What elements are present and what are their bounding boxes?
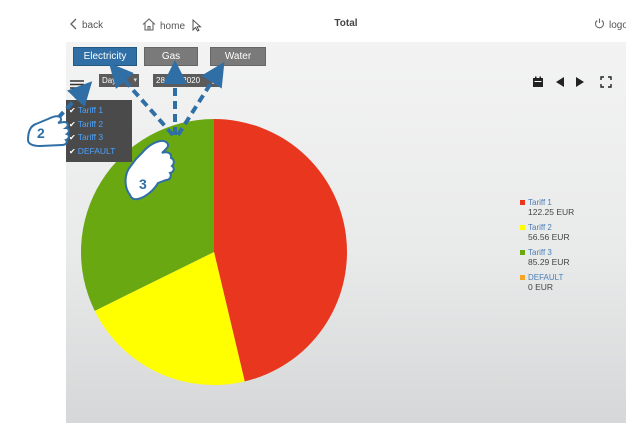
legend-entry-tariff-2: Tariff 2 56.56 EUR <box>520 223 574 242</box>
legend-swatch <box>520 200 525 205</box>
chart-legend: Tariff 1 122.25 EUR Tariff 2 56.56 EUR T… <box>520 198 574 298</box>
tariff-menu-item-default[interactable]: ✔ DEFAULT <box>66 145 132 159</box>
legend-swatch <box>520 225 525 230</box>
checkmark-icon: ✔ <box>69 106 76 115</box>
legend-label: Tariff 1 <box>528 198 552 207</box>
legend-label: Tariff 3 <box>528 248 552 257</box>
legend-swatch <box>520 250 525 255</box>
legend-value: 56.56 EUR <box>528 232 570 242</box>
legend-value: 0 EUR <box>528 282 554 292</box>
tariff-menu-label: Tariff 2 <box>77 118 104 129</box>
legend-entry-default: DEFAULT 0 EUR <box>520 273 574 292</box>
tariff-menu-item-3[interactable]: ✔ Tariff 3 <box>66 131 132 145</box>
app-window: back home Total logo Electricity Gas Wat… <box>0 0 626 423</box>
legend-label: DEFAULT <box>528 273 564 282</box>
tariff-menu-item-1[interactable]: ✔ Tariff 1 <box>66 104 132 118</box>
checkmark-icon: ✔ <box>69 133 76 142</box>
tariff-menu-label: Tariff 1 <box>77 105 104 115</box>
checkmark-icon: ✔ <box>69 119 76 129</box>
legend-entry-tariff-3: Tariff 3 85.29 EUR <box>520 248 574 267</box>
legend-value: 122.25 EUR <box>528 207 575 217</box>
tariff-dropdown-menu: ✔ Tariff 1 ✔ Tariff 2 ✔ Tariff 3 ✔ DEFAULT <box>66 100 132 162</box>
tariff-menu-label: Tariff 3 <box>77 132 104 142</box>
legend-entry-tariff-1: Tariff 1 122.25 EUR <box>520 198 574 217</box>
legend-label: Tariff 2 <box>528 223 552 232</box>
tariff-menu-item-2[interactable]: ✔ Tariff 2 <box>66 118 132 132</box>
legend-value: 85.29 EUR <box>528 257 570 267</box>
checkmark-icon: ✔ <box>69 146 76 156</box>
legend-swatch <box>520 275 525 280</box>
tariff-menu-label: DEFAULT <box>77 145 116 156</box>
